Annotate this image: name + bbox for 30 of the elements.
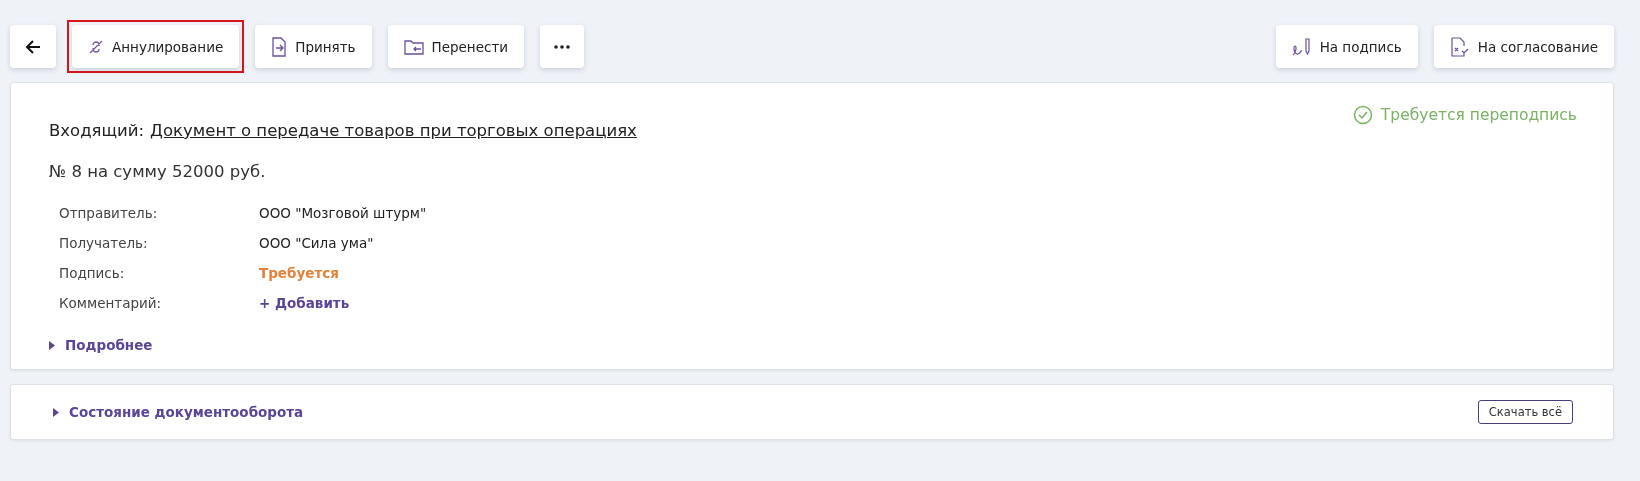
caret-icon [49,340,55,350]
field-value: Требуется [259,265,339,281]
approve-button[interactable]: На согласование [1433,25,1614,68]
check-circle-icon [1352,105,1373,125]
add-comment-link[interactable]: + Добавить [259,295,350,311]
signature-pen-icon [1291,36,1312,57]
workflow-toggle[interactable]: Состояние документооборота [53,404,304,420]
caret-icon [53,407,59,417]
field-label: Комментарий: [59,295,163,311]
document-direction: Входящий: [49,121,145,140]
more-icon [554,44,571,49]
back-arrow-icon [24,37,42,56]
move-button[interactable]: Перенести [387,25,525,68]
document-check-icon [1449,36,1470,57]
field-label: Получатель: [59,235,149,251]
field-label: Отправитель: [59,205,159,221]
status-text: Требуется переподпись [1380,106,1577,124]
field-value: ООО "Сила ума" [259,235,374,251]
annul-button[interactable]: Аннулирование [72,25,240,68]
document-arrow-icon [271,36,288,57]
back-button[interactable] [10,25,56,68]
folder-arrow-icon [403,38,424,55]
download-all-button[interactable]: Скачать всё [1477,400,1573,424]
document-number: № 8 на сумму 52000 руб. [49,162,267,181]
accept-button[interactable]: Принять [255,25,372,68]
sign-button[interactable]: На подпись [1275,25,1418,68]
details-toggle[interactable]: Подробнее [49,337,153,353]
field-label: Подпись: [59,265,126,281]
field-value: ООО "Мозговой штурм" [259,205,427,221]
document-title-link[interactable]: Документ о передаче товаров при торговых операциях [150,121,637,140]
